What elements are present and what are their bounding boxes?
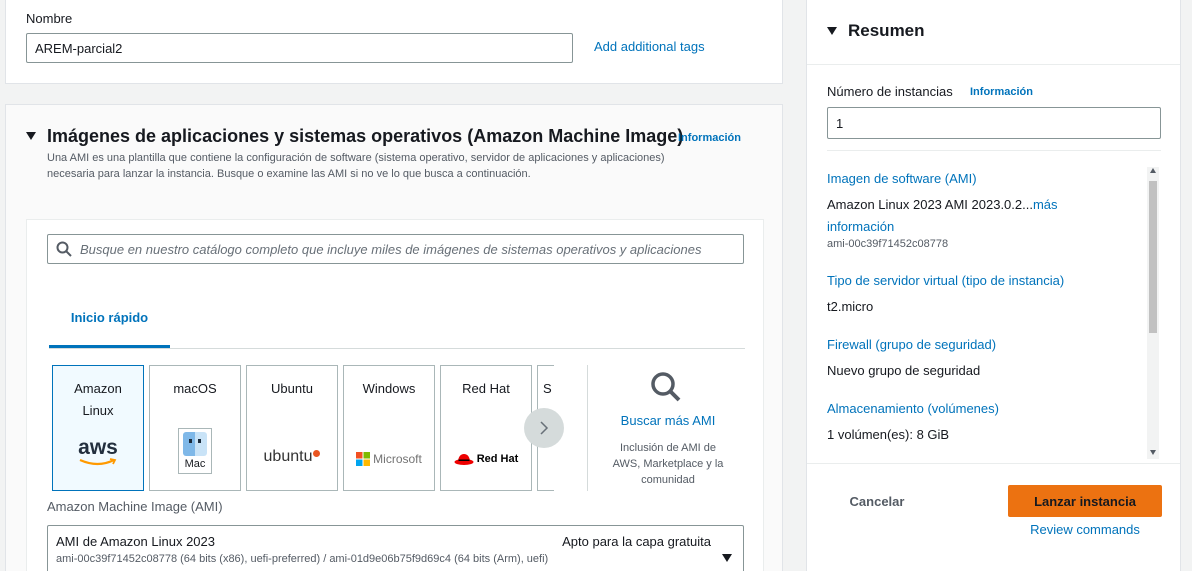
search-icon (56, 241, 72, 257)
browse-more-ami[interactable]: Buscar más AMI Inclusión de AMI de AWS, … (587, 365, 757, 491)
instances-info-link[interactable]: Información (970, 86, 1033, 98)
browse-more-ami-link[interactable]: Buscar más AMI (588, 413, 748, 428)
summary-firewall-link[interactable]: Firewall (grupo de seguridad) (827, 337, 996, 352)
ami-section-title: Imágenes de aplicaciones y sistemas oper… (47, 126, 684, 146)
summary-title: Resumen (848, 21, 925, 40)
ami-description-line2: necesaria para lanzar la instancia. Busq… (47, 168, 531, 180)
add-tags-link[interactable]: Add additional tags (594, 39, 705, 54)
launch-instance-button[interactable]: Lanzar instancia (1008, 485, 1162, 517)
card-name: S (543, 381, 552, 396)
scroll-up-icon[interactable] (1150, 168, 1156, 173)
card-name: Linux (82, 403, 114, 418)
chevron-right-icon (540, 421, 549, 435)
ubuntu-logo-icon: ubuntu (247, 448, 337, 466)
browse-more-desc: AWS, Marketplace y la (612, 458, 724, 470)
mac-finder-icon: Mac (150, 428, 240, 474)
search-icon (651, 372, 681, 402)
summary-storage-link[interactable]: Almacenamiento (volúmenes) (827, 401, 999, 416)
carousel-next-button[interactable] (524, 408, 564, 448)
ami-panel: Imágenes de aplicaciones y sistemas oper… (5, 104, 783, 571)
card-name: Windows (362, 381, 416, 396)
summary-panel: Resumen Número de instancias Información… (806, 0, 1181, 571)
search-placeholder: Busque en nuestro catálogo completo que … (80, 241, 702, 257)
name-panel: Nombre AREM-parcial2 Add additional tags (5, 0, 783, 84)
summary-instance-type-value: t2.micro (827, 299, 874, 314)
summary-scroll-area: Imagen de software (AMI) Amazon Linux 20… (807, 159, 1162, 461)
ami-more-info-link[interactable]: información (827, 219, 894, 234)
free-tier-badge: Apto para la capa gratuita (562, 534, 711, 549)
ami-select-dropdown[interactable]: AMI de Amazon Linux 2023 Apto para la ca… (47, 525, 744, 571)
browse-more-desc: comunidad (641, 474, 695, 486)
ami-catalog-container: Busque en nuestro catálogo completo que … (26, 219, 764, 571)
ami-card-ubuntu[interactable]: Ubuntu ubuntu (246, 365, 338, 491)
summary-divider (807, 463, 1180, 464)
review-commands-link[interactable]: Review commands (1008, 522, 1162, 537)
card-name: macOS (173, 381, 217, 396)
collapse-triangle-icon[interactable] (26, 132, 36, 140)
summary-instance-type-link[interactable]: Tipo de servidor virtual (tipo de instan… (827, 273, 1064, 288)
ami-select-name: AMI de Amazon Linux 2023 (56, 534, 215, 549)
summary-ami-link[interactable]: Imagen de software (AMI) (827, 171, 977, 186)
ami-search-input[interactable]: Busque en nuestro catálogo completo que … (47, 234, 744, 264)
scrollbar-thumb[interactable] (1149, 181, 1157, 333)
ami-select-label: Amazon Machine Image (AMI) (47, 499, 223, 514)
ami-card-macos[interactable]: macOS Mac (149, 365, 241, 491)
name-input[interactable]: AREM-parcial2 (26, 33, 573, 63)
ami-card-windows[interactable]: Windows Microsoft (343, 365, 435, 491)
instances-label: Número de instancias (827, 84, 953, 99)
summary-firewall-value: Nuevo grupo de seguridad (827, 363, 981, 378)
ami-select-detail: ami-00c39f71452c08778 (64 bits (x86), ue… (56, 553, 549, 565)
scroll-down-icon[interactable] (1150, 450, 1156, 455)
summary-divider (827, 150, 1161, 151)
tab-quick-start[interactable]: Inicio rápido (49, 290, 170, 348)
summary-storage-value: 1 volúmen(es): 8 GiB (827, 427, 950, 442)
instances-input[interactable]: 1 (827, 107, 1161, 139)
ami-card-amazon-linux[interactable]: Amazon Linux aws (52, 365, 144, 491)
ami-description-line1: Una AMI es una plantilla que contiene la… (47, 152, 665, 164)
card-name: Ubuntu (271, 381, 313, 396)
microsoft-logo-icon: Microsoft (344, 452, 434, 466)
cancel-button[interactable]: Cancelar (827, 485, 927, 517)
collapse-triangle-icon[interactable] (827, 27, 837, 35)
aws-logo-icon: aws (53, 437, 143, 466)
dropdown-caret-icon (722, 554, 732, 562)
summary-ami-value: Amazon Linux 2023 AMI 2023.0.2... (827, 197, 1033, 212)
card-name: Red Hat (462, 381, 510, 396)
red-hat-logo-icon: Red Hat (441, 452, 531, 466)
ami-info-link[interactable]: Información (678, 132, 741, 144)
tab-divider (49, 348, 745, 349)
card-name: Amazon (74, 381, 122, 396)
ami-more-info-link[interactable]: más (1033, 197, 1058, 212)
summary-scrollbar[interactable] (1147, 167, 1159, 459)
name-label: Nombre (26, 11, 73, 26)
ami-card-red-hat[interactable]: Red Hat Red Hat (440, 365, 532, 491)
summary-ami-id: ami-00c39f71452c08778 (827, 238, 949, 250)
browse-more-desc: Inclusión de AMI de (619, 442, 716, 454)
summary-divider (807, 64, 1180, 65)
